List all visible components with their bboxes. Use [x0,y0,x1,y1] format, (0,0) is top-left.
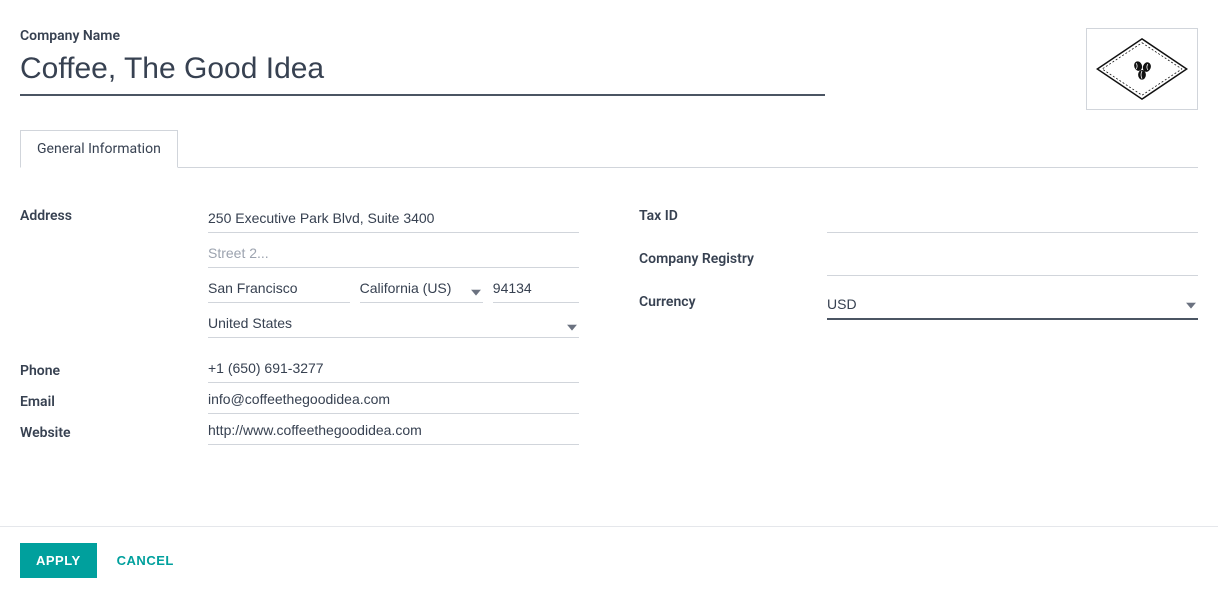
footer: Apply Cancel [0,526,1218,594]
email-label: Email [20,390,208,410]
city-input[interactable] [208,274,350,303]
cancel-button[interactable]: Cancel [117,553,174,568]
country-input[interactable] [208,309,579,338]
email-input[interactable] [208,385,579,414]
company-registry-label: Company Registry [639,247,827,267]
address-label: Address [20,204,208,224]
currency-label: Currency [639,290,827,310]
tabs: General Information [20,130,1198,168]
zip-input[interactable] [493,274,579,303]
logo-diamond-icon [1092,35,1192,103]
state-input[interactable] [360,274,483,303]
street1-input[interactable] [208,204,579,233]
tax-id-input[interactable] [827,204,1198,233]
company-name-label: Company Name [20,28,825,44]
apply-button[interactable]: Apply [20,543,97,578]
street2-input[interactable] [208,239,579,268]
tax-id-label: Tax ID [639,204,827,224]
company-registry-input[interactable] [827,247,1198,276]
company-name-input[interactable] [20,48,825,96]
website-label: Website [20,421,208,441]
tab-general-information[interactable]: General Information [20,130,178,168]
company-logo[interactable] [1086,28,1198,110]
currency-input[interactable] [827,290,1198,320]
phone-input[interactable] [208,354,579,383]
phone-label: Phone [20,359,208,379]
website-input[interactable] [208,416,579,445]
